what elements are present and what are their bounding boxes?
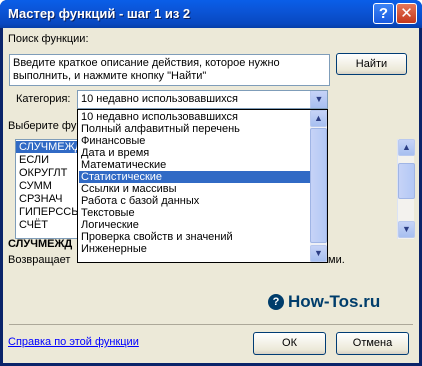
scroll-thumb[interactable] xyxy=(398,163,415,199)
function-list-label: Выберите фун xyxy=(8,120,83,132)
chevron-up-icon[interactable]: ▲ xyxy=(398,139,415,156)
category-selected-value: 10 недавно использовавшихся xyxy=(81,93,239,105)
dialog-window: Мастер функций - шаг 1 из 2 ? ✕ Поиск фу… xyxy=(0,0,422,366)
cancel-button[interactable]: Отмена xyxy=(336,332,409,355)
category-select[interactable]: 10 недавно использовавшихся ▼ xyxy=(77,90,328,109)
help-button[interactable]: ? xyxy=(373,3,394,24)
search-input[interactable]: Введите краткое описание действия, котор… xyxy=(9,54,330,86)
function-item[interactable]: ЕСЛИ xyxy=(19,154,49,166)
category-dropdown-list[interactable]: 10 недавно использовавшихся Полный алфав… xyxy=(77,109,328,263)
function-item[interactable]: ОКРУГЛТ xyxy=(19,167,67,179)
category-option[interactable]: Дата и время xyxy=(79,147,310,159)
chevron-down-icon[interactable]: ▼ xyxy=(310,245,327,262)
search-label: Поиск функции: xyxy=(8,33,89,45)
divider xyxy=(9,324,413,325)
function-name: СЛУЧМЕЖД xyxy=(8,238,73,250)
title-bar[interactable]: Мастер функций - шаг 1 из 2 ? ✕ xyxy=(0,0,422,28)
help-link[interactable]: Справка по этой функции xyxy=(8,336,139,348)
window-title: Мастер функций - шаг 1 из 2 xyxy=(8,6,191,21)
dropdown-scroll-thumb[interactable] xyxy=(310,128,327,243)
ok-button[interactable]: ОК xyxy=(253,332,326,355)
category-option[interactable]: Полный алфавитный перечень xyxy=(79,123,310,135)
search-text-line2: выполнить, и нажмите кнопку "Найти" xyxy=(13,70,207,82)
question-icon: ? xyxy=(268,294,284,310)
chevron-up-icon[interactable]: ▲ xyxy=(310,110,327,127)
category-option[interactable]: 10 недавно использовавшихся xyxy=(79,111,310,123)
chevron-down-icon[interactable]: ▼ xyxy=(398,221,415,238)
search-text-line1: Введите краткое описание действия, котор… xyxy=(13,57,280,69)
dropdown-scrollbar[interactable]: ▲ ▼ xyxy=(310,110,327,262)
category-option[interactable]: Математические xyxy=(79,159,310,171)
function-list-scrollbar[interactable]: ▲ ▼ xyxy=(397,139,415,239)
category-option[interactable]: Ссылки и массивы xyxy=(79,183,310,195)
dialog-body: Поиск функции: Введите краткое описание … xyxy=(3,28,419,363)
watermark-logo: ? How-Tos.ru xyxy=(268,292,380,312)
close-button[interactable]: ✕ xyxy=(396,3,417,24)
category-option[interactable]: Текстовые xyxy=(79,207,310,219)
function-description: Возвращает xyxy=(8,254,71,266)
category-option[interactable]: Финансовые xyxy=(79,135,310,147)
category-option-highlighted[interactable]: Статистические xyxy=(79,171,310,183)
function-description-tail: ми. xyxy=(328,254,345,266)
watermark-text: How-Tos.ru xyxy=(288,292,381,311)
chevron-down-icon[interactable]: ▼ xyxy=(310,91,327,108)
category-option[interactable]: Инженерные xyxy=(79,243,310,255)
function-item[interactable]: СУММ xyxy=(19,180,52,192)
category-option[interactable]: Работа с базой данных xyxy=(79,195,310,207)
function-item[interactable]: СЧЁТ xyxy=(19,219,48,231)
find-button[interactable]: Найти xyxy=(336,53,407,75)
function-item[interactable]: СРЗНАЧ xyxy=(19,193,62,205)
category-label: Категория: xyxy=(16,93,71,105)
category-option[interactable]: Логические xyxy=(79,219,310,231)
category-option[interactable]: Проверка свойств и значений xyxy=(79,231,310,243)
